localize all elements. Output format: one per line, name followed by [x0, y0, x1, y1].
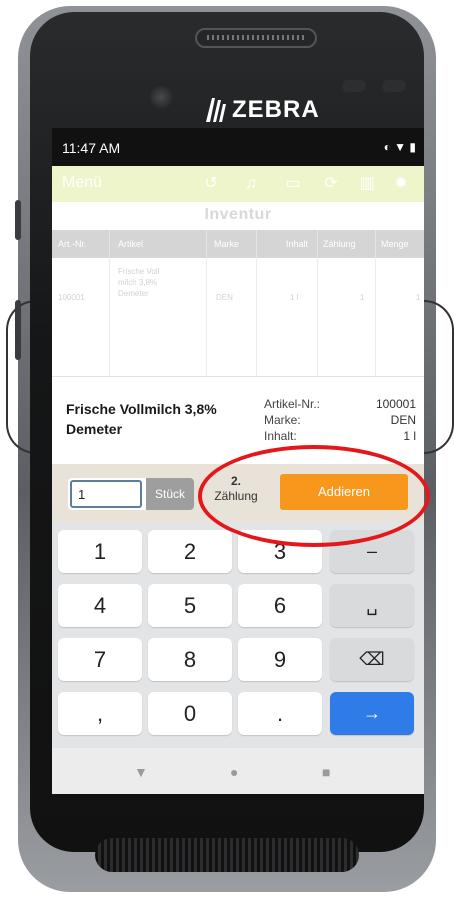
cell-inhalt: 1 l: [290, 293, 299, 302]
cell-menge: 1: [416, 293, 421, 302]
cell-zaehlung: 1: [360, 293, 365, 302]
key-1[interactable]: 1: [58, 530, 142, 573]
art-nr-value: 100001: [375, 397, 416, 411]
inventory-table: 100001 Frische Voll milch 3,8% Demeter D…: [52, 258, 424, 376]
key-2[interactable]: 2: [148, 530, 232, 573]
numeric-keypad: 1 2 3 – 4 5 6 ␣ 7 8 9 ⌫ , 0 . →: [52, 522, 424, 748]
key-4[interactable]: 4: [58, 584, 142, 627]
front-camera: [148, 84, 174, 110]
product-name: Frische Vollmilch 3,8% Demeter: [66, 401, 217, 437]
backspace-key[interactable]: ⌫: [330, 638, 414, 681]
back-icon[interactable]: ▼: [134, 764, 148, 780]
key-comma[interactable]: ,: [58, 692, 142, 735]
refresh-icon[interactable]: ⟳: [322, 176, 340, 192]
earpiece-speaker: [195, 28, 317, 48]
trash-icon[interactable]: ▥: [358, 176, 376, 192]
status-bar: 11:47 AM ◐ ▼ ▮: [52, 128, 424, 166]
column-header[interactable]: Zählung: [323, 239, 356, 249]
table-header: Art.-Nr. Artikel Marke Inhalt Zählung Me…: [52, 230, 424, 258]
proximity-sensor: [342, 80, 366, 92]
inhalt-value: 1 l: [403, 429, 416, 443]
brand-logo: ZEBRA: [202, 94, 332, 128]
column-header[interactable]: Inhalt: [286, 239, 308, 249]
quantity-input[interactable]: [70, 480, 142, 508]
history-icon[interactable]: ↺: [202, 176, 220, 192]
column-header[interactable]: Art.-Nr.: [58, 239, 87, 249]
brand-name: ZEBRA: [232, 96, 320, 123]
quantity-field: Stück: [68, 478, 194, 510]
key-period[interactable]: .: [238, 692, 322, 735]
menu-button[interactable]: Menü: [62, 174, 102, 192]
space-key[interactable]: ␣: [330, 584, 414, 627]
app-bar: Menü ↺ ♫ ▭ ⟳ ▥ ✹: [52, 166, 424, 202]
settings-icon[interactable]: ✹: [392, 176, 410, 192]
art-nr-label: Artikel-Nr.:: [264, 397, 321, 411]
wifi-icon: ▼: [394, 140, 407, 154]
light-sensor: [382, 80, 406, 92]
inbox-icon[interactable]: ▭: [284, 176, 302, 192]
battery-icon: ▮: [409, 140, 416, 154]
key-5[interactable]: 5: [148, 584, 232, 627]
marke-label: Marke:: [264, 413, 301, 427]
column-header[interactable]: Marke: [214, 239, 239, 249]
home-icon[interactable]: ●: [230, 764, 238, 780]
key-6[interactable]: 6: [238, 584, 322, 627]
cell-marke: DEN: [216, 293, 233, 302]
device-bumper: [420, 300, 454, 454]
annotation-circle: [198, 445, 430, 547]
key-8[interactable]: 8: [148, 638, 232, 681]
zebra-head-icon: [206, 98, 226, 122]
side-button: [15, 200, 21, 240]
status-icons: ◐ ▼ ▮: [384, 140, 416, 154]
title-bar: Inventur: [52, 202, 424, 230]
cell-artikel: Frische Voll milch 3,8% Demeter: [118, 267, 160, 298]
enter-key[interactable]: →: [330, 692, 414, 735]
marke-value: DEN: [390, 413, 416, 427]
key-9[interactable]: 9: [238, 638, 322, 681]
recents-icon[interactable]: ■: [322, 764, 330, 780]
column-header[interactable]: Artikel: [118, 239, 143, 249]
sync-icon: ◐: [383, 140, 391, 154]
navigation-bar: ▼ ● ■: [52, 748, 424, 794]
inhalt-label: Inhalt:: [264, 429, 297, 443]
key-0[interactable]: 0: [148, 692, 232, 735]
page-title: Inventur: [204, 206, 272, 223]
bell-icon[interactable]: ♫: [242, 176, 260, 192]
unit-selector[interactable]: Stück: [146, 478, 194, 510]
speaker-grille: [95, 838, 359, 872]
cell-art-nr: 100001: [58, 293, 85, 302]
side-button: [15, 300, 21, 360]
key-7[interactable]: 7: [58, 638, 142, 681]
status-time: 11:47 AM: [62, 140, 121, 156]
column-header[interactable]: Menge: [381, 239, 409, 249]
